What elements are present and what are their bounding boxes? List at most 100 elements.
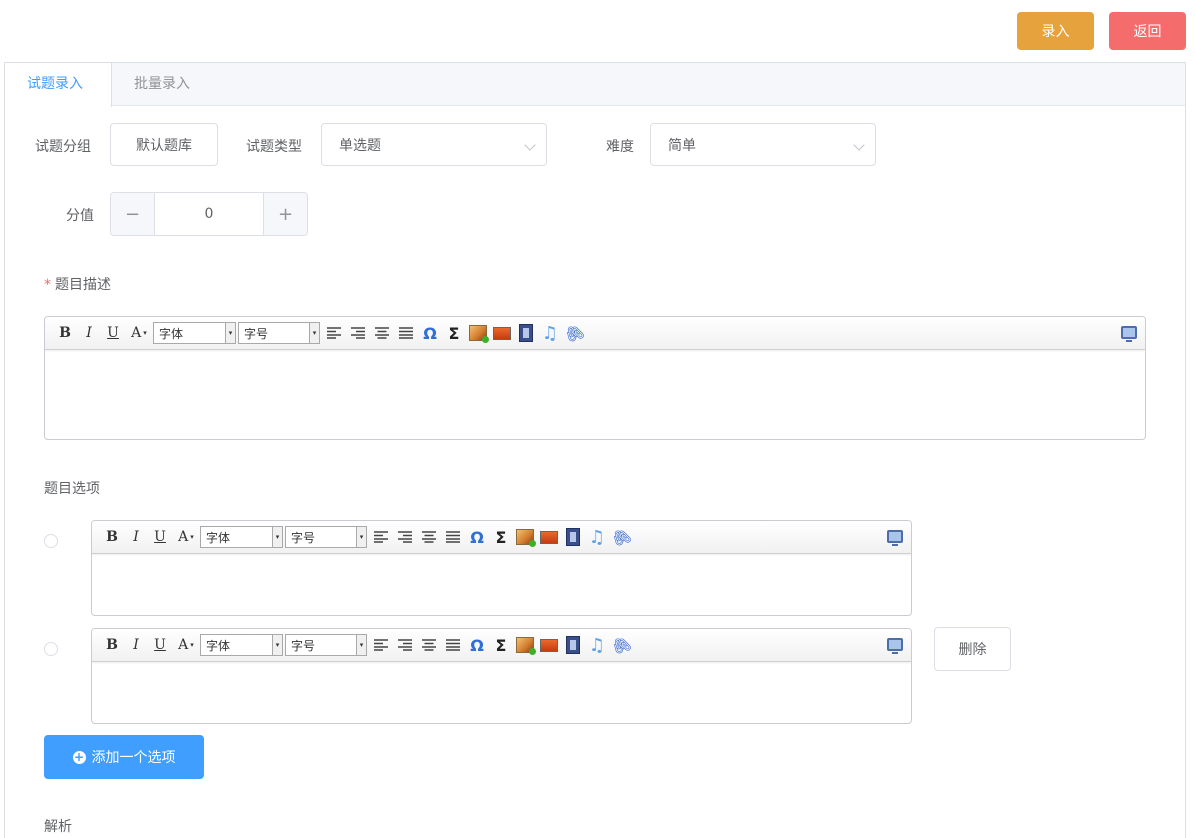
font-family-value: 字体: [159, 326, 184, 341]
group-select-button[interactable]: 默认题库: [110, 123, 218, 166]
font-family-select[interactable]: 字体 ▾: [200, 526, 283, 548]
insert-video-icon[interactable]: [514, 322, 538, 344]
type-select[interactable]: 单选题: [321, 123, 547, 166]
fullscreen-icon[interactable]: [887, 638, 903, 654]
options-label: 题目选项: [44, 481, 100, 497]
dropdown-caret-icon: ▾: [190, 641, 194, 649]
underline-button[interactable]: U: [148, 526, 172, 548]
insert-flash-icon[interactable]: [537, 634, 561, 656]
score-decrease-button[interactable]: −: [111, 193, 155, 235]
align-justify-icon[interactable]: [394, 322, 418, 344]
font-color-label: A: [131, 325, 142, 341]
option-radio[interactable]: [44, 534, 58, 548]
type-label: 试题类型: [246, 139, 302, 155]
italic-button[interactable]: I: [124, 634, 148, 656]
tab-bar: 试题录入 批量录入: [5, 63, 1185, 107]
description-label-text: 题目描述: [55, 277, 111, 293]
font-family-value: 字体: [206, 530, 231, 545]
difficulty-select[interactable]: 简单: [650, 123, 876, 166]
font-color-label: A: [178, 637, 189, 653]
insert-image-icon[interactable]: [513, 634, 537, 656]
align-right-icon[interactable]: [393, 634, 417, 656]
insert-image-icon[interactable]: [466, 322, 490, 344]
font-size-select[interactable]: 字号 ▾: [285, 526, 367, 548]
chevron-down-icon: [853, 139, 865, 151]
font-family-value: 字体: [206, 638, 231, 653]
attachment-icon[interactable]: 🖇: [605, 629, 637, 660]
dropdown-caret-icon: ▾: [272, 527, 282, 547]
formula-icon[interactable]: Σ: [442, 322, 466, 344]
font-family-select[interactable]: 字体 ▾: [153, 322, 236, 344]
align-justify-icon[interactable]: [441, 526, 465, 548]
score-label: 分值: [66, 208, 94, 224]
tab-batch-entry[interactable]: 批量录入: [112, 63, 222, 106]
insert-flash-icon[interactable]: [490, 322, 514, 344]
dropdown-caret-icon: ▾: [190, 533, 194, 541]
align-left-icon[interactable]: [369, 526, 393, 548]
underline-button[interactable]: U: [101, 322, 125, 344]
dropdown-caret-icon: ▾: [356, 635, 366, 655]
dropdown-caret-icon: ▾: [272, 635, 282, 655]
add-option-button[interactable]: + 添加一个选项: [44, 735, 204, 779]
dropdown-caret-icon: ▾: [309, 323, 319, 343]
align-right-icon[interactable]: [393, 526, 417, 548]
attachment-icon[interactable]: 🖇: [605, 521, 637, 552]
font-color-button[interactable]: A ▾: [172, 634, 200, 656]
description-editor: B I U A ▾ 字体 ▾ 字号 ▾ Ω Σ ♫ 🖇: [44, 316, 1146, 440]
submit-button[interactable]: 录入: [1017, 12, 1094, 50]
formula-icon[interactable]: Σ: [489, 634, 513, 656]
chevron-down-icon: [524, 139, 536, 151]
required-mark: *: [44, 277, 51, 293]
analysis-label: 解析: [44, 819, 72, 835]
insert-audio-icon[interactable]: ♫: [585, 634, 609, 656]
font-family-select[interactable]: 字体 ▾: [200, 634, 283, 656]
align-center-icon[interactable]: [417, 634, 441, 656]
italic-button[interactable]: I: [124, 526, 148, 548]
back-button[interactable]: 返回: [1109, 12, 1186, 50]
align-right-icon[interactable]: [346, 322, 370, 344]
formula-icon[interactable]: Σ: [489, 526, 513, 548]
align-justify-icon[interactable]: [441, 634, 465, 656]
special-char-icon[interactable]: Ω: [418, 322, 442, 344]
font-size-select[interactable]: 字号 ▾: [285, 634, 367, 656]
insert-image-icon[interactable]: [513, 526, 537, 548]
dropdown-caret-icon: ▾: [225, 323, 235, 343]
attachment-icon[interactable]: 🖇: [558, 317, 590, 348]
bold-button[interactable]: B: [53, 322, 77, 344]
fullscreen-icon[interactable]: [1121, 326, 1137, 342]
align-left-icon[interactable]: [369, 634, 393, 656]
score-input[interactable]: 0: [155, 193, 263, 235]
add-option-label: 添加一个选项: [91, 750, 176, 766]
special-char-icon[interactable]: Ω: [465, 526, 489, 548]
score-stepper: − 0 +: [110, 192, 308, 236]
font-size-value: 字号: [291, 638, 316, 653]
insert-video-icon[interactable]: [561, 526, 585, 548]
align-center-icon[interactable]: [417, 526, 441, 548]
fullscreen-icon[interactable]: [887, 530, 903, 546]
align-left-icon[interactable]: [322, 322, 346, 344]
insert-audio-icon[interactable]: ♫: [538, 322, 562, 344]
option-radio[interactable]: [44, 642, 58, 656]
dropdown-caret-icon: ▾: [143, 329, 147, 337]
italic-button[interactable]: I: [77, 322, 101, 344]
insert-video-icon[interactable]: [561, 634, 585, 656]
bold-button[interactable]: B: [100, 634, 124, 656]
option-editor: B I U A ▾ 字体 ▾ 字号 ▾ Ω Σ ♫ 🖇: [91, 520, 912, 616]
underline-button[interactable]: U: [148, 634, 172, 656]
font-size-value: 字号: [244, 326, 269, 341]
bold-button[interactable]: B: [100, 526, 124, 548]
font-color-button[interactable]: A ▾: [125, 322, 153, 344]
special-char-icon[interactable]: Ω: [465, 634, 489, 656]
font-color-button[interactable]: A ▾: [172, 526, 200, 548]
insert-flash-icon[interactable]: [537, 526, 561, 548]
delete-option-button[interactable]: 删除: [934, 627, 1011, 671]
align-center-icon[interactable]: [370, 322, 394, 344]
tab-single-entry[interactable]: 试题录入: [5, 63, 112, 107]
editor-toolbar: B I U A ▾ 字体 ▾ 字号 ▾ Ω Σ ♫ 🖇: [92, 521, 911, 554]
option-editor: B I U A ▾ 字体 ▾ 字号 ▾ Ω Σ ♫ 🖇: [91, 628, 912, 724]
score-increase-button[interactable]: +: [263, 193, 307, 235]
description-label: * 题目描述: [44, 274, 111, 294]
insert-audio-icon[interactable]: ♫: [585, 526, 609, 548]
editor-toolbar: B I U A ▾ 字体 ▾ 字号 ▾ Ω Σ ♫ 🖇: [45, 317, 1145, 350]
font-size-select[interactable]: 字号 ▾: [238, 322, 320, 344]
